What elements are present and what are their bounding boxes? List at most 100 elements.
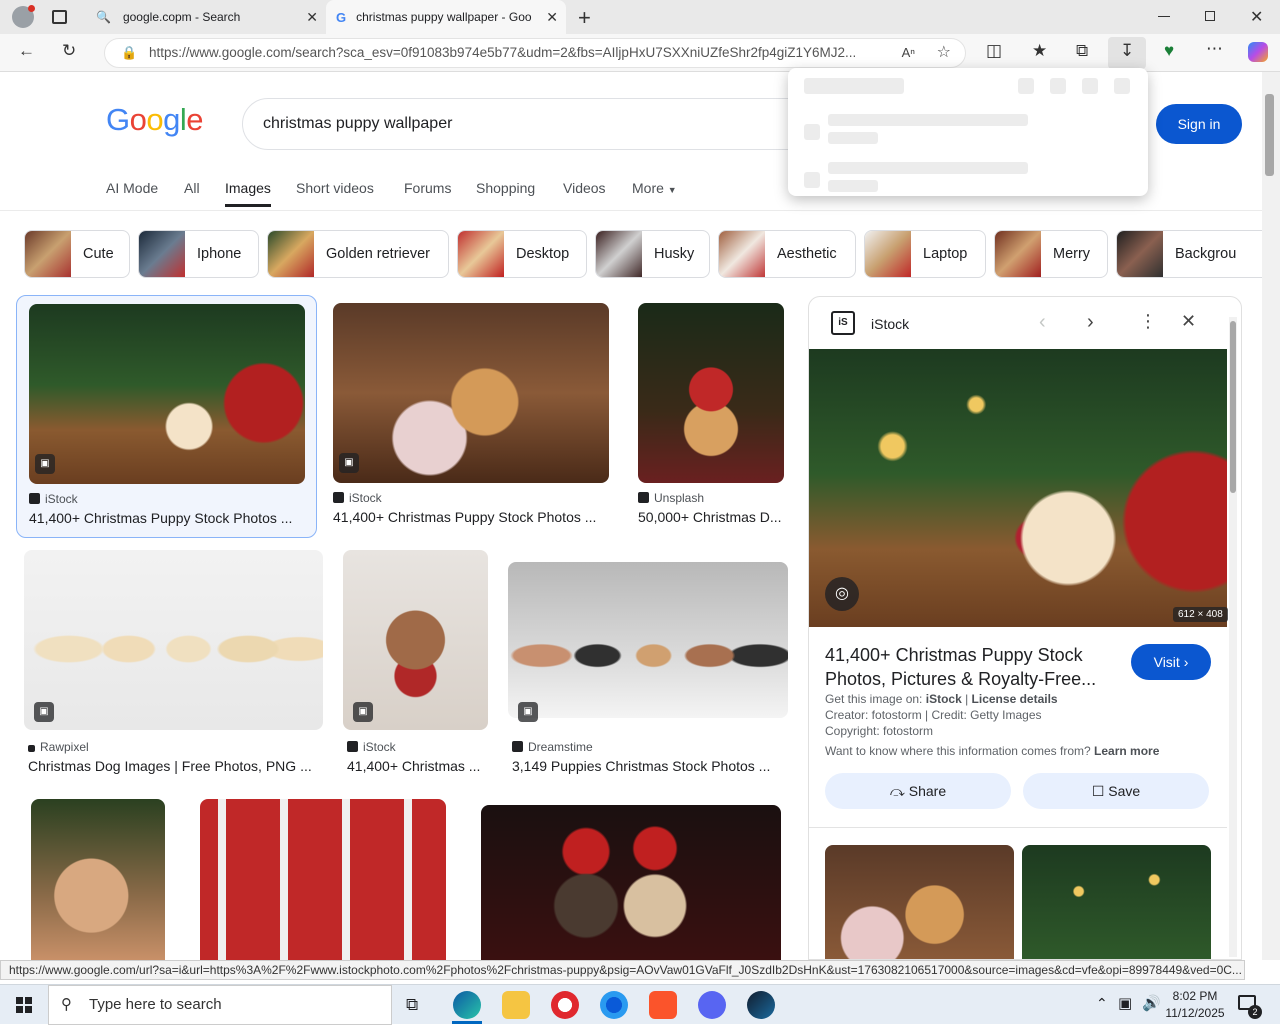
more-options-icon[interactable]: ⋮ bbox=[1139, 311, 1157, 332]
result-image[interactable] bbox=[481, 805, 781, 960]
save-button[interactable]: ☐ Save bbox=[1023, 773, 1209, 809]
favorites-icon[interactable]: ★ bbox=[1032, 41, 1047, 61]
tab-more[interactable]: More ▼ bbox=[632, 180, 677, 196]
firefox-icon[interactable] bbox=[600, 991, 628, 1019]
show-hidden-icons[interactable]: ⌃ bbox=[1096, 995, 1108, 1012]
restore-icon[interactable] bbox=[1205, 11, 1215, 21]
search-input[interactable]: christmas puppy wallpaper bbox=[242, 98, 822, 150]
google-logo[interactable]: Google bbox=[106, 102, 204, 138]
get-image-source[interactable]: iStock bbox=[926, 692, 962, 706]
steam-icon[interactable] bbox=[747, 991, 775, 1019]
sign-in-button[interactable]: Sign in bbox=[1156, 104, 1242, 144]
chip-iphone[interactable]: Iphone bbox=[138, 230, 259, 278]
chip-cute[interactable]: Cute bbox=[24, 230, 130, 278]
result-title[interactable]: 41,400+ Christmas Puppy Stock Photos ... bbox=[29, 510, 305, 526]
more-menu-icon[interactable]: ⋯ bbox=[1206, 39, 1223, 59]
copilot-icon[interactable] bbox=[1248, 42, 1268, 62]
address-bar[interactable]: 🔒 https://www.google.com/search?sca_esv=… bbox=[104, 38, 966, 68]
result-image[interactable] bbox=[200, 799, 446, 960]
loading-placeholder bbox=[1050, 78, 1066, 94]
visit-button[interactable]: Visit › bbox=[1131, 644, 1211, 680]
chip-golden-retriever[interactable]: Golden retriever bbox=[267, 230, 449, 278]
close-tab-icon[interactable]: ✕ bbox=[306, 9, 318, 26]
result-image[interactable] bbox=[29, 304, 305, 484]
loading-placeholder bbox=[1114, 78, 1130, 94]
tab-christmas-puppy[interactable]: G christmas puppy wallpaper - Goo ✕ bbox=[326, 0, 566, 34]
chip-laptop[interactable]: Laptop bbox=[864, 230, 986, 278]
result-image[interactable] bbox=[508, 562, 788, 718]
preview-image[interactable] bbox=[809, 349, 1227, 627]
browser-essentials-icon[interactable]: ♥ bbox=[1164, 41, 1174, 61]
tab-shopping[interactable]: Shopping bbox=[476, 180, 535, 196]
panel-source[interactable]: iStock bbox=[871, 316, 909, 332]
taskbar-search[interactable]: ⚲ Type here to search bbox=[48, 985, 392, 1025]
download-icon[interactable]: ↧ bbox=[1120, 41, 1134, 61]
image-result[interactable]: ▣ iStock 41,400+ Christmas Puppy Stock P… bbox=[16, 295, 317, 538]
back-icon[interactable]: ← bbox=[18, 41, 35, 61]
read-aloud-icon[interactable]: Aⁿ bbox=[902, 39, 915, 67]
edge-icon[interactable] bbox=[453, 991, 481, 1019]
discord-icon[interactable] bbox=[698, 991, 726, 1019]
new-tab-icon[interactable]: + bbox=[578, 5, 591, 31]
status-url: https://www.google.com/url?sa=i&url=http… bbox=[0, 960, 1245, 980]
tab-actions-icon[interactable] bbox=[52, 10, 67, 24]
site-info-icon[interactable]: 🔒 bbox=[121, 39, 137, 67]
tab-videos[interactable]: Videos bbox=[563, 180, 606, 196]
tab-forums[interactable]: Forums bbox=[404, 180, 451, 196]
brave-icon[interactable] bbox=[649, 991, 677, 1019]
clock[interactable]: 8:02 PM 11/12/2025 bbox=[1162, 988, 1228, 1022]
split-screen-icon[interactable]: ◫ bbox=[986, 41, 1002, 61]
minimize-icon[interactable] bbox=[1158, 16, 1170, 17]
panel-title[interactable]: 41,400+ Christmas Puppy Stock Photos, Pi… bbox=[825, 643, 1096, 691]
next-icon[interactable]: › bbox=[1087, 311, 1094, 334]
related-image[interactable] bbox=[1022, 845, 1211, 959]
chip-aesthetic[interactable]: Aesthetic bbox=[718, 230, 856, 278]
tab-images[interactable]: Images bbox=[225, 180, 271, 207]
close-panel-icon[interactable]: ✕ bbox=[1181, 311, 1196, 332]
result-image[interactable] bbox=[333, 303, 609, 483]
result-image[interactable] bbox=[31, 799, 165, 960]
task-view-icon[interactable]: ⧉ bbox=[406, 995, 418, 1015]
panel-scrollbar-thumb[interactable] bbox=[1230, 321, 1236, 493]
tab-all[interactable]: All bbox=[184, 180, 200, 196]
image-result[interactable]: ▣ iStock 41,400+ Christmas ... bbox=[335, 550, 495, 780]
image-badge-icon: ▣ bbox=[339, 453, 359, 473]
result-title[interactable]: Christmas Dog Images | Free Photos, PNG … bbox=[28, 758, 318, 774]
result-image[interactable] bbox=[638, 303, 784, 483]
chip-merry[interactable]: Merry bbox=[994, 230, 1108, 278]
share-button[interactable]: ⤼ Share bbox=[825, 773, 1011, 809]
network-icon[interactable]: ▣ bbox=[1118, 994, 1132, 1012]
downloads-flyout[interactable] bbox=[788, 68, 1148, 196]
tab-google-copm-search[interactable]: 🔍 google.copm - Search ✕ bbox=[86, 0, 326, 34]
refresh-icon[interactable]: ↻ bbox=[62, 41, 76, 61]
image-result[interactable]: ▣ Rawpixel Christmas Dog Images | Free P… bbox=[16, 550, 331, 780]
result-title[interactable]: 3,149 Puppies Christmas Stock Photos ... bbox=[512, 758, 788, 774]
chip-background[interactable]: Backgrou bbox=[1116, 230, 1262, 278]
page-scrollbar-thumb[interactable] bbox=[1265, 94, 1274, 176]
license-details-link[interactable]: License details bbox=[972, 692, 1058, 706]
collections-icon[interactable]: ⧉ bbox=[1076, 41, 1088, 61]
result-image[interactable] bbox=[24, 550, 323, 730]
chip-desktop[interactable]: Desktop bbox=[457, 230, 587, 278]
result-title[interactable]: 50,000+ Christmas D... bbox=[638, 509, 784, 525]
opera-icon[interactable] bbox=[551, 991, 579, 1019]
learn-more-link[interactable]: Learn more bbox=[1094, 744, 1159, 758]
file-explorer-icon[interactable] bbox=[502, 991, 530, 1019]
lens-icon[interactable]: ◎ bbox=[825, 577, 859, 611]
volume-icon[interactable]: 🔊 bbox=[1142, 994, 1161, 1012]
image-result[interactable]: ▣ Dreamstime 3,149 Puppies Christmas Sto… bbox=[500, 550, 796, 780]
close-window-icon[interactable]: ✕ bbox=[1250, 7, 1263, 27]
chip-husky[interactable]: Husky bbox=[595, 230, 710, 278]
favorite-star-icon[interactable]: ☆ bbox=[937, 39, 951, 67]
image-result[interactable]: ▣ iStock 41,400+ Christmas Puppy Stock P… bbox=[321, 295, 621, 538]
tab-short-videos[interactable]: Short videos bbox=[296, 180, 374, 196]
previous-icon[interactable]: ‹ bbox=[1039, 311, 1046, 334]
image-result[interactable]: Unsplash 50,000+ Christmas D... bbox=[626, 295, 796, 538]
result-title[interactable]: 41,400+ Christmas ... bbox=[347, 758, 487, 774]
result-title[interactable]: 41,400+ Christmas Puppy Stock Photos ... bbox=[333, 509, 609, 525]
windows-start-icon[interactable] bbox=[16, 997, 32, 1013]
close-tab-icon[interactable]: ✕ bbox=[546, 9, 558, 26]
related-image[interactable] bbox=[825, 845, 1014, 959]
tab-ai-mode[interactable]: AI Mode bbox=[106, 180, 158, 196]
page-scrollbar[interactable] bbox=[1262, 72, 1280, 960]
